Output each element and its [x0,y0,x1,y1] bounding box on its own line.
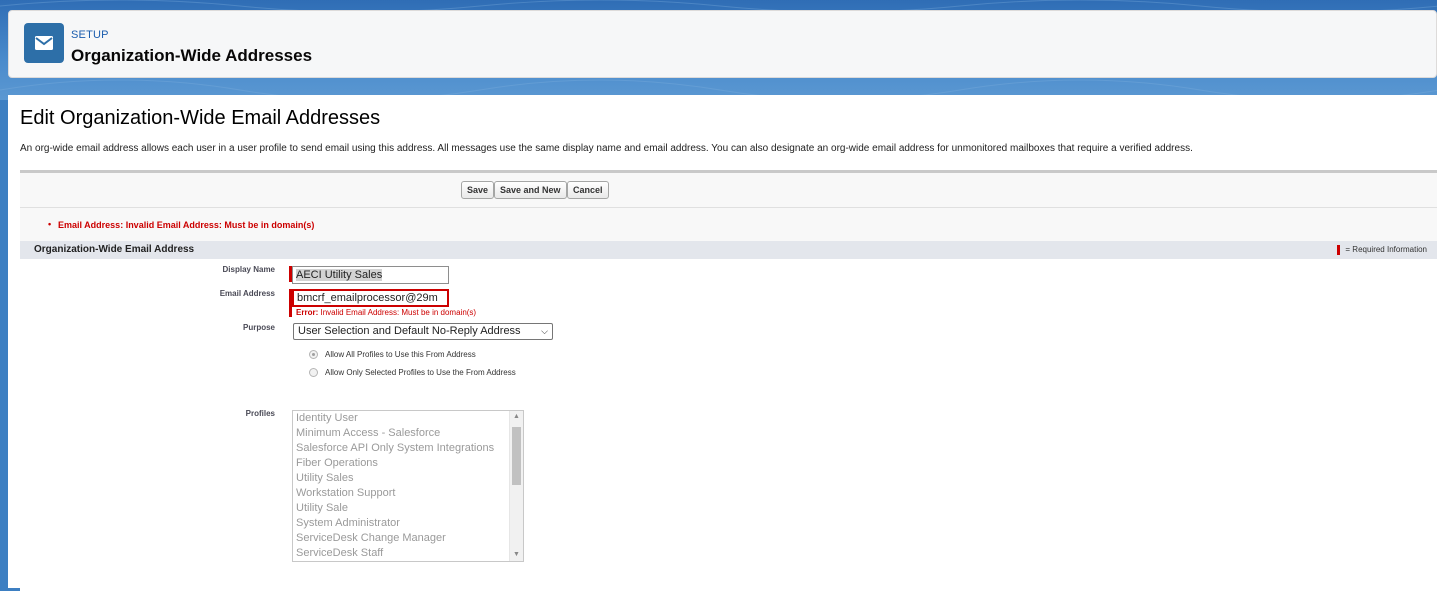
purpose-label: Purpose [242,323,275,332]
listbox-scrollbar[interactable]: ▲ ▼ [509,411,523,561]
edit-heading: Edit Organization-Wide Email Addresses [20,107,381,129]
list-item[interactable]: Utility Sale [293,501,523,516]
chevron-down-icon: ⌵ [541,326,548,336]
radio-allow-selected-label: Allow Only Selected Profiles to Use the … [325,368,516,377]
section-body: Display Name AECI Utility Sales Email Ad… [20,259,1437,591]
cancel-button[interactable]: Cancel [567,181,609,199]
save-and-new-button[interactable]: Save and New [494,181,567,199]
error-prefix: Error: [296,308,319,317]
profiles-listbox[interactable]: Identity User Minimum Access - Salesforc… [292,410,524,562]
save-button[interactable]: Save [461,181,495,199]
button-row: Save Save and New Cancel [20,181,1437,203]
radio-allow-all[interactable]: Allow All Profiles to Use this From Addr… [309,350,476,359]
required-marker-icon [1337,245,1341,255]
list-item[interactable]: Salesforce API Only System Integrations [293,441,523,456]
list-item[interactable]: ServiceDesk Change Manager [293,531,523,546]
profiles-label: Profiles [245,409,275,418]
radio-allow-selected[interactable]: Allow Only Selected Profiles to Use the … [309,368,516,377]
required-legend-text: = Required Information [1345,245,1427,255]
page-error-message: Email Address: Invalid Email Address: Mu… [58,220,315,230]
list-item[interactable]: System Administrator [293,516,523,531]
display-name-input[interactable]: AECI Utility Sales [292,266,449,284]
error-bullet: • [48,219,52,229]
list-item[interactable]: ServiceDesk Staff [293,546,523,561]
scroll-up-icon[interactable]: ▲ [510,411,523,423]
list-item[interactable]: Workstation Support [293,486,523,501]
radio-allow-all-label: Allow All Profiles to Use this From Addr… [325,350,476,359]
email-input[interactable]: bmcrf_emailprocessor@29m [292,289,449,307]
scroll-thumb[interactable] [512,427,521,485]
radio-button[interactable] [309,350,318,359]
radio-button[interactable] [309,368,318,377]
envelope-icon [24,23,64,63]
list-item[interactable]: Minimum Access - Salesforce [293,426,523,441]
purpose-select[interactable]: User Selection and Default No-Reply Addr… [293,323,553,340]
section-title: Organization-Wide Email Address [34,244,195,255]
header-eyebrow[interactable]: SETUP [71,29,109,41]
page-title: Organization-Wide Addresses [71,46,313,65]
list-item[interactable]: Identity User [293,411,523,426]
email-label: Email Address [219,289,275,298]
purpose-selected-value: User Selection and Default No-Reply Addr… [298,325,521,337]
section-header: Organization-Wide Email Address = Requir… [20,241,1437,259]
main-content: Edit Organization-Wide Email Addresses A… [8,95,1437,591]
page-header: SETUP Organization-Wide Addresses [8,10,1437,78]
list-item[interactable]: Fiber Operations [293,456,523,471]
scroll-down-icon[interactable]: ▼ [510,549,523,561]
edit-form-block: Save Save and New Cancel • Email Address… [20,170,1437,591]
list-item[interactable]: Utility Sales [293,471,523,486]
display-name-value: AECI Utility Sales [296,269,383,281]
page-description: An org-wide email address allows each us… [20,143,1193,154]
required-legend: = Required Information [1337,245,1427,255]
error-text: Invalid Email Address: Must be in domain… [320,308,477,317]
display-name-label: Display Name [222,265,275,274]
divider [20,207,1437,208]
email-field-error: Error: Invalid Email Address: Must be in… [296,308,476,317]
